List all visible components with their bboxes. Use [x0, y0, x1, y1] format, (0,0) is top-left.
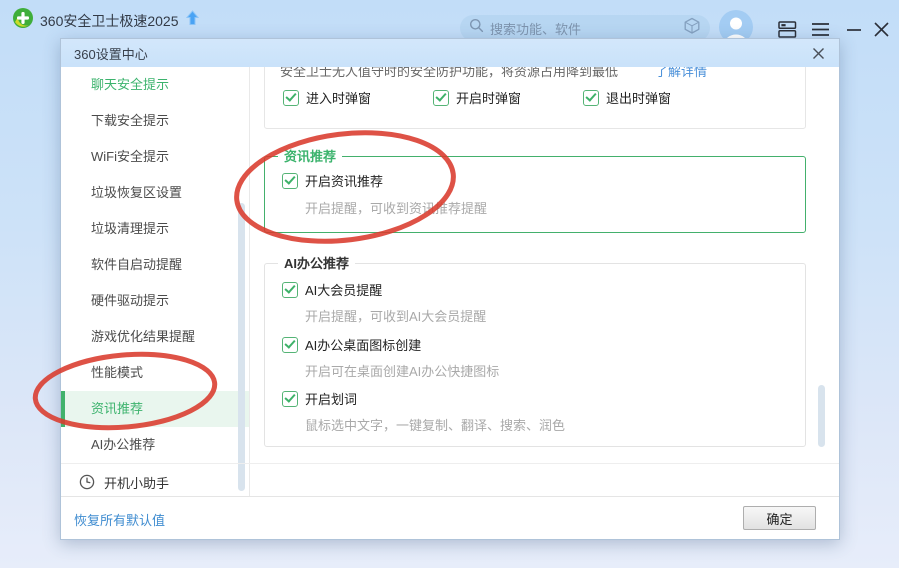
sidebar-item-ai-office[interactable]: AI办公推荐 [61, 427, 249, 463]
ai-member-checkbox[interactable] [282, 281, 298, 298]
minimize-button[interactable] [844, 20, 864, 38]
ai-member-desc: 开启提醒，可收到AI大会员提醒 [305, 309, 487, 324]
popup-section-description: 安全卫士无人值守时的安全防护功能，将资源占用降到最低 [280, 67, 619, 79]
sidebar-item-chat-safety[interactable]: 聊天安全提示 [61, 67, 249, 103]
word-select-desc: 鼠标选中文字，一键复制、翻译、搜索、润色 [305, 418, 566, 433]
open-popup-label[interactable]: 开启时弹窗 [456, 88, 521, 107]
clock-icon [79, 474, 95, 490]
open-popup-checkbox[interactable] [433, 89, 449, 106]
sidebar-item-download-safety[interactable]: 下载安全提示 [61, 103, 249, 139]
sidebar-scrollbar[interactable] [238, 203, 245, 491]
sidebar-item-recycle-zone[interactable]: 垃圾恢复区设置 [61, 175, 249, 211]
news-recommend-checkbox[interactable] [282, 172, 298, 189]
news-recommend-section: 资讯推荐 开启资讯推荐 开启提醒，可收到资讯推荐提醒 [264, 148, 806, 233]
content-scrollbar[interactable] [818, 385, 825, 447]
settings-content: 安全卫士无人值守时的安全防护功能，将资源占用降到最低 了解详情 进入时弹窗 开启… [250, 67, 841, 499]
body-bottom-row: 开机小助手 [61, 463, 839, 500]
boot-helper-label: 开机小助手 [104, 475, 170, 491]
sidebar-item-driver-tips[interactable]: 硬件驱动提示 [61, 283, 249, 319]
news-recommend-label[interactable]: 开启资讯推荐 [305, 171, 383, 190]
layout-toggle-button[interactable] [777, 20, 797, 38]
checkbox-row-ai-desktop-icon: AI办公桌面图标创建 [282, 335, 421, 354]
sidebar-item-cleanup-tips[interactable]: 垃圾清理提示 [61, 211, 249, 247]
ai-section-legend: AI办公推荐 [278, 255, 356, 272]
ai-member-label[interactable]: AI大会员提醒 [305, 280, 382, 299]
settings-dialog: 360设置中心 聊天安全提示 下载安全提示 WiFi安全提示 垃圾恢复区设置 垃… [60, 38, 840, 540]
app-title: 360安全卫士极速2025 [40, 12, 179, 29]
checkbox-row-word-select: 开启划词 [282, 389, 357, 408]
ai-desktop-icon-checkbox[interactable] [282, 336, 298, 353]
upgrade-arrow-icon[interactable] [185, 10, 199, 31]
word-select-label[interactable]: 开启划词 [305, 389, 357, 408]
app-logo-icon [13, 8, 33, 33]
app-window: 360安全卫士极速2025 搜索功能、软件 360设置中心 聊天安全提示 下载安… [0, 0, 899, 568]
sidebar-item-boot-helper[interactable]: 开机小助手 [61, 464, 249, 500]
dialog-close-icon [812, 47, 824, 59]
dialog-close-button[interactable] [810, 45, 826, 61]
sidebar-item-autostart-remind[interactable]: 软件自启动提醒 [61, 247, 249, 283]
dialog-title: 360设置中心 [74, 46, 148, 62]
popup-settings-section: 安全卫士无人值守时的安全防护功能，将资源占用降到最低 了解详情 进入时弹窗 开启… [264, 67, 806, 129]
main-menu-button[interactable] [810, 20, 830, 38]
checkbox-row-open-popup: 开启时弹窗 [433, 88, 521, 107]
exit-popup-checkbox[interactable] [583, 89, 599, 106]
word-select-checkbox[interactable] [282, 390, 298, 407]
sidebar-item-news-recommend[interactable]: 资讯推荐 [61, 391, 249, 427]
close-icon [873, 21, 889, 37]
ai-desktop-icon-desc: 开启可在桌面创建AI办公快捷图标 [305, 364, 500, 379]
ok-button[interactable]: 确定 [743, 506, 816, 530]
layout-toggle-icon [777, 20, 796, 38]
news-recommend-desc: 开启提醒，可收到资讯推荐提醒 [305, 201, 488, 216]
detail-link[interactable]: 了解详情 [655, 67, 707, 80]
minimize-icon [847, 29, 861, 31]
news-section-legend: 资讯推荐 [278, 148, 343, 165]
close-button[interactable] [871, 20, 891, 38]
enter-popup-checkbox[interactable] [283, 89, 299, 106]
sidebar-item-performance-mode[interactable]: 性能模式 [61, 355, 249, 391]
dialog-header: 360设置中心 [61, 39, 839, 67]
cube-icon[interactable] [683, 17, 701, 40]
checkbox-row-news: 开启资讯推荐 [282, 171, 383, 190]
dialog-body: 聊天安全提示 下载安全提示 WiFi安全提示 垃圾恢复区设置 垃圾清理提示 软件… [61, 67, 839, 497]
dialog-footer: 恢复所有默认值 确定 [61, 496, 839, 539]
sidebar: 聊天安全提示 下载安全提示 WiFi安全提示 垃圾恢复区设置 垃圾清理提示 软件… [61, 67, 249, 463]
enter-popup-label[interactable]: 进入时弹窗 [306, 88, 371, 107]
checkbox-row-exit-popup: 退出时弹窗 [583, 88, 671, 107]
ai-desktop-icon-label[interactable]: AI办公桌面图标创建 [305, 335, 421, 354]
sidebar-item-wifi-safety[interactable]: WiFi安全提示 [61, 139, 249, 175]
menu-icon [811, 22, 829, 36]
checkbox-row-ai-member: AI大会员提醒 [282, 280, 382, 299]
titlebar-left: 360安全卫士极速2025 [13, 8, 199, 33]
checkbox-row-enter-popup: 进入时弹窗 [283, 88, 371, 107]
exit-popup-label[interactable]: 退出时弹窗 [606, 88, 671, 107]
search-icon [469, 18, 484, 38]
search-placeholder: 搜索功能、软件 [490, 21, 582, 37]
reset-defaults-link[interactable]: 恢复所有默认值 [74, 510, 165, 529]
ai-office-section: AI办公推荐 AI大会员提醒 开启提醒，可收到AI大会员提醒 AI办公桌面图标创… [264, 255, 806, 447]
sidebar-item-game-optimize[interactable]: 游戏优化结果提醒 [61, 319, 249, 355]
